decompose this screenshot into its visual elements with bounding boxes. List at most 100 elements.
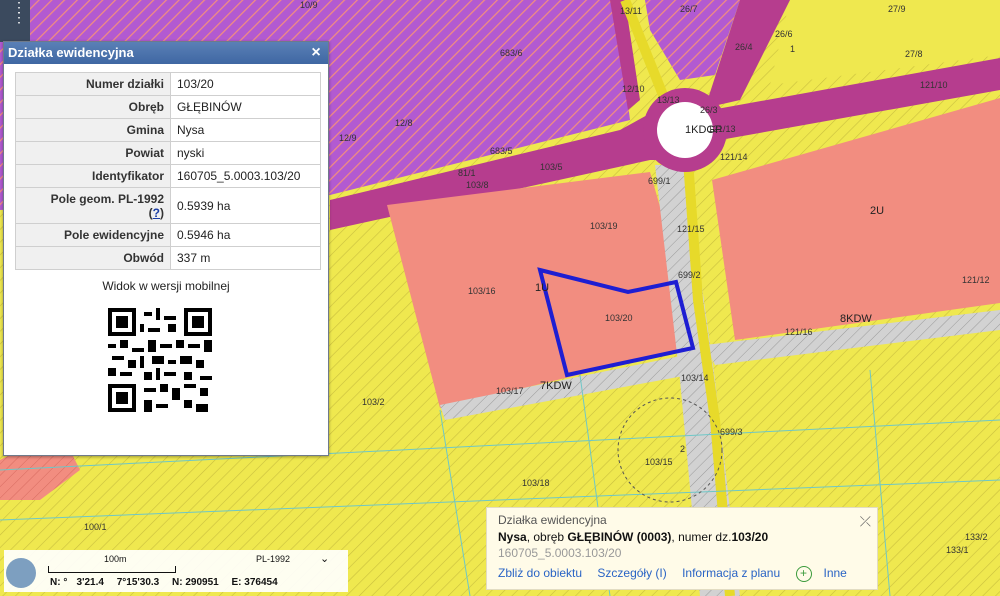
table-row: Pole geom. PL-1992 (?) 0.5939 ha (15, 187, 321, 224)
parcel-label: 12/9 (339, 133, 357, 143)
parcel-label: 103/2 (362, 397, 385, 407)
parcel-label: 7KDW (540, 380, 572, 392)
parcel-label: 103/19 (590, 221, 618, 231)
qr-code-icon[interactable] (108, 308, 212, 412)
help-link[interactable]: ? (153, 206, 160, 220)
card-numer-prefix: , numer dz. (671, 530, 732, 544)
card-identifier: 160705_5.0003.103/20 (498, 546, 622, 560)
parcel-label: 103/17 (496, 386, 524, 396)
parcel-label: 1 (790, 44, 795, 54)
parcel-label: 12/10 (622, 84, 645, 94)
parcel-label: 121/15 (677, 224, 705, 234)
plus-icon[interactable]: + (795, 566, 812, 582)
row-label: Pole geom. PL-1992 (?) (15, 187, 171, 224)
crs-select[interactable]: PL-1992 (256, 554, 290, 564)
row-value: nyski (170, 141, 321, 165)
parcel-label: 81/1 (458, 168, 476, 178)
parcel-label: 683/6 (500, 48, 523, 58)
parcel-label: 103/8 (466, 180, 489, 190)
panel-header: Działka ewidencyjna × (4, 42, 328, 64)
row-value: 337 m (170, 246, 321, 270)
parcel-label: 12/8 (395, 118, 413, 128)
card-gmina: Nysa (498, 530, 527, 544)
parcel-label: 26/6 (775, 29, 793, 39)
parcel-label: 26/4 (735, 42, 753, 52)
scale-bar (48, 566, 176, 573)
zoom-to-object-link[interactable]: Zbliż do obiektu (498, 566, 582, 580)
parcel-label: 1U (535, 282, 549, 294)
table-row: Gmina Nysa (15, 118, 321, 142)
parcel-label: 100/1 (84, 522, 107, 532)
parcel-label: 699/3 (720, 427, 743, 437)
row-label: Obwód (15, 246, 171, 270)
row-label: Numer działki (15, 72, 171, 96)
parcel-label: 2U (870, 205, 884, 217)
parcel-label: 103/16 (468, 286, 496, 296)
parcel-label: 121/14 (720, 152, 748, 162)
row-value: Nysa (170, 118, 321, 142)
more-link[interactable]: Inne (824, 566, 847, 580)
panel-title: Działka ewidencyjna (8, 45, 134, 60)
row-label: Powiat (15, 141, 171, 165)
chevron-down-icon[interactable]: ⌄ (320, 552, 329, 565)
row-value: GŁĘBINÓW (170, 95, 321, 119)
parcel-label: 121/16 (785, 327, 813, 337)
cursor-coordinates: N: ︎°ﾠ3'21.4 7°15'30.3 N: 290951 E: 3764… (50, 573, 288, 588)
coord-e: E: 376454 (231, 577, 278, 588)
parcel-label: 121/10 (920, 80, 948, 90)
card-obreb-prefix: , obręb (526, 530, 568, 544)
parcel-label: 13/13 (657, 95, 680, 105)
table-row: Pole ewidencyjne 0.5946 ha (15, 223, 321, 247)
parcel-label: 103/18 (522, 478, 550, 488)
mobile-view-title: Widok w wersji mobilnej (102, 279, 230, 293)
row-label-text: Pole geom. PL-1992 (50, 191, 164, 206)
row-value: 103/20 (170, 72, 321, 96)
row-label: Obręb (15, 95, 171, 119)
parcel-label: 121/12 (962, 275, 990, 285)
parcel-label: 699/1 (648, 176, 671, 186)
coord-lon: 7°15'30.3 (116, 577, 160, 588)
row-label: Identyfikator (15, 164, 171, 188)
parcel-label: 103/5 (540, 162, 563, 172)
table-row: Powiat nyski (15, 141, 321, 165)
parcel-label: 26/3 (700, 105, 718, 115)
row-value: 0.5939 ha (170, 187, 321, 224)
parcel-label: 27/9 (888, 4, 906, 14)
close-icon[interactable]: ⤫ (860, 513, 871, 530)
details-link[interactable]: Szczegóły (I) (597, 566, 666, 580)
scale-label: 100m (104, 554, 127, 564)
card-numer: 103/20 (731, 530, 769, 544)
parcel-label: 103/20 (605, 313, 633, 323)
coord-lat: N: ︎°ﾠ3'21.4 (50, 577, 104, 588)
row-label: Pole ewidencyjne (15, 223, 171, 247)
toolbar-dots-icon[interactable]: ⋮ ⋮ (12, 0, 26, 24)
coord-n: N: 290951 (172, 577, 219, 588)
parcel-label: 26/7 (680, 4, 698, 14)
card-obreb: GŁĘBINÓW (0003) (567, 530, 672, 544)
parcel-attributes-table: Numer działki 103/20 Obręb GŁĘBINÓW Gmina N… (15, 72, 321, 270)
table-row: Identyfikator 160705_5.0003.103/20 (15, 164, 321, 188)
parcel-label: 27/8 (905, 49, 923, 59)
card-title: Działka ewidencyjna (498, 513, 607, 527)
plan-info-link[interactable]: Informacja z planu (682, 566, 780, 580)
parcel-label: 683/5 (490, 146, 513, 156)
close-icon[interactable]: × (308, 42, 324, 64)
parcel-label: 133/1 (946, 545, 969, 555)
parcel-info-panel: Działka ewidencyjna × Numer działki 103/2… (3, 41, 329, 456)
parcel-label: 103/14 (681, 373, 709, 383)
parcel-label: 2 (680, 444, 685, 454)
parcel-label: 699/2 (678, 270, 701, 280)
table-row: Obręb GŁĘBINÓW (15, 95, 321, 119)
row-value: 0.5946 ha (170, 223, 321, 247)
table-row: Obwód 337 m (15, 246, 321, 270)
row-label: Gmina (15, 118, 171, 142)
parcel-label: 103/15 (645, 457, 673, 467)
parcel-summary-card: ⤫ Działka ewidencyjna Nysa, obręb GŁĘBIN… (486, 507, 878, 590)
parcel-label: 133/2 (965, 532, 988, 542)
coordinate-bar: 100m PL-1992 ⌄ N: ︎°ﾠ3'21.4 7°15'30.3 N:… (4, 550, 348, 592)
parcel-label: 10/9 (300, 0, 318, 10)
parcel-label: 13/11 (620, 6, 642, 16)
app-logo-icon (6, 558, 36, 588)
card-main-line: Nysa, obręb GŁĘBINÓW (0003), numer dz.10… (498, 530, 877, 544)
parcel-label: 121/13 (708, 124, 736, 134)
